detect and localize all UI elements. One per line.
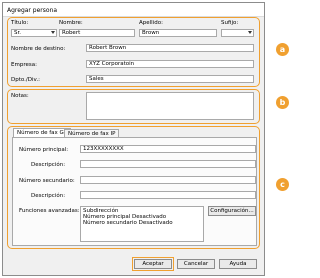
- destination-name-input[interactable]: Robert Brown: [86, 44, 254, 52]
- last-name-label: Apellido:: [139, 20, 163, 26]
- notes-section: Notas:: [7, 89, 260, 124]
- main-number-label: Número principal:: [19, 147, 69, 153]
- suffix-select[interactable]: [221, 29, 254, 37]
- description1-input[interactable]: [80, 160, 256, 168]
- suffix-label: Sufijo:: [221, 20, 239, 26]
- advanced-features-list[interactable]: Subdirección Número principal Desactivad…: [80, 206, 204, 242]
- secondary-number-label: Número secundario:: [19, 178, 75, 184]
- window-title: Agregar persona: [7, 7, 58, 14]
- list-item: Número secundario Desactivado: [83, 220, 173, 226]
- callout-badge-b: b: [276, 96, 289, 109]
- cancel-button[interactable]: Cancelar: [177, 259, 215, 269]
- main-number-input[interactable]: 123XXXXXXXX: [80, 145, 256, 153]
- callout-badge-a: a: [276, 43, 289, 56]
- configuration-button[interactable]: Configuración...: [208, 206, 256, 216]
- destination-name-label: Nombre de destino:: [11, 46, 66, 52]
- callout-badge-c: c: [276, 178, 289, 191]
- notes-textarea[interactable]: [86, 92, 254, 120]
- add-person-dialog: Agregar persona Título: Sr. Nombre: Robe…: [2, 2, 265, 276]
- title-bar: Agregar persona: [3, 3, 264, 17]
- description1-label: Descripción:: [31, 162, 66, 168]
- help-button[interactable]: Ayuda: [219, 259, 257, 269]
- accept-button[interactable]: Aceptar: [132, 257, 174, 271]
- chevron-down-icon: [248, 31, 252, 34]
- notes-label: Notas:: [11, 93, 29, 99]
- department-label: Dpto./Div.:: [11, 77, 40, 83]
- last-name-input[interactable]: Brown: [139, 29, 217, 37]
- company-label: Empresa:: [11, 62, 37, 68]
- advanced-features-label: Funciones avanzadas:: [19, 208, 80, 214]
- description2-input[interactable]: [80, 191, 256, 199]
- first-name-label: Nombre:: [59, 20, 83, 26]
- title-label: Título:: [11, 20, 29, 26]
- secondary-number-input[interactable]: [80, 176, 256, 184]
- fax-tab-panel: Número principal: 123XXXXXXXX Descripció…: [12, 137, 257, 246]
- description2-label: Descripción:: [31, 193, 66, 199]
- first-name-input[interactable]: Robert: [59, 29, 135, 37]
- fax-section: Número de fax G3 Número de fax IP Número…: [7, 126, 260, 249]
- chevron-down-icon: [51, 31, 55, 34]
- title-select[interactable]: Sr.: [11, 29, 57, 37]
- company-input[interactable]: XYZ Corporatoin: [86, 60, 254, 68]
- department-input[interactable]: Sales: [86, 75, 254, 83]
- name-section: Título: Sr. Nombre: Robert Apellido: Bro…: [7, 17, 260, 87]
